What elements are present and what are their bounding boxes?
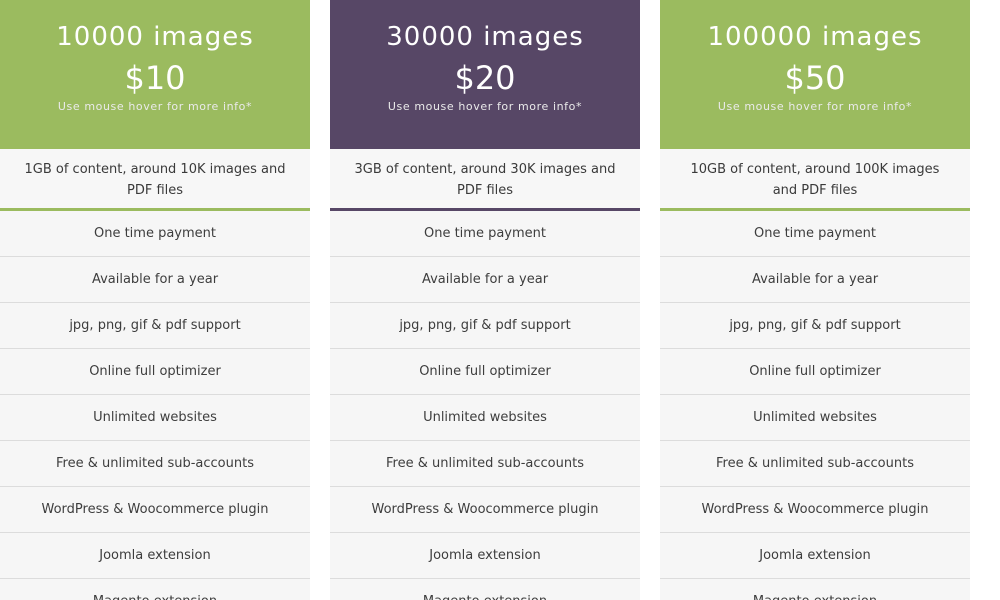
feature-unlimited-websites: Unlimited websites <box>0 395 310 441</box>
feature-unlimited-websites: Unlimited websites <box>330 395 640 441</box>
feature-list: One time payment Available for a year jp… <box>660 211 970 600</box>
plan-description: 1GB of content, around 10K images and PD… <box>0 149 310 211</box>
plan-price: $20 <box>454 59 516 97</box>
feature-list: One time payment Available for a year jp… <box>0 211 310 600</box>
plan-title: 30000 images <box>386 22 584 52</box>
feature-sub-accounts: Free & unlimited sub-accounts <box>0 441 310 487</box>
plan-price: $10 <box>124 59 186 97</box>
feature-magento-extension: Magento extension <box>0 579 310 600</box>
plan-hover-hint: Use mouse hover for more info* <box>387 100 583 113</box>
feature-magento-extension: Magento extension <box>330 579 640 600</box>
plan-title: 10000 images <box>56 22 254 52</box>
feature-wordpress-plugin: WordPress & Woocommerce plugin <box>660 487 970 533</box>
feature-online-optimizer: Online full optimizer <box>330 349 640 395</box>
plan-hover-hint: Use mouse hover for more info* <box>57 100 253 113</box>
plan-header[interactable]: 10000 images $10 Use mouse hover for mor… <box>0 0 310 149</box>
plan-header[interactable]: 100000 images $50 Use mouse hover for mo… <box>660 0 970 149</box>
plan-price: $50 <box>784 59 846 97</box>
plan-hover-hint: Use mouse hover for more info* <box>717 100 913 113</box>
feature-sub-accounts: Free & unlimited sub-accounts <box>660 441 970 487</box>
plan-header[interactable]: 30000 images $20 Use mouse hover for mor… <box>330 0 640 149</box>
feature-format-support: jpg, png, gif & pdf support <box>660 303 970 349</box>
feature-availability: Available for a year <box>0 257 310 303</box>
feature-wordpress-plugin: WordPress & Woocommerce plugin <box>0 487 310 533</box>
feature-one-time-payment: One time payment <box>660 211 970 257</box>
feature-one-time-payment: One time payment <box>330 211 640 257</box>
feature-wordpress-plugin: WordPress & Woocommerce plugin <box>330 487 640 533</box>
feature-joomla-extension: Joomla extension <box>330 533 640 579</box>
feature-availability: Available for a year <box>330 257 640 303</box>
feature-online-optimizer: Online full optimizer <box>0 349 310 395</box>
plan-title: 100000 images <box>707 22 923 52</box>
feature-joomla-extension: Joomla extension <box>0 533 310 579</box>
plan-description: 3GB of content, around 30K images and PD… <box>330 149 640 211</box>
pricing-plan-30000[interactable]: 30000 images $20 Use mouse hover for mor… <box>330 0 640 600</box>
pricing-plans: 10000 images $10 Use mouse hover for mor… <box>0 0 1000 600</box>
feature-joomla-extension: Joomla extension <box>660 533 970 579</box>
feature-sub-accounts: Free & unlimited sub-accounts <box>330 441 640 487</box>
pricing-plan-10000[interactable]: 10000 images $10 Use mouse hover for mor… <box>0 0 310 600</box>
feature-format-support: jpg, png, gif & pdf support <box>0 303 310 349</box>
feature-one-time-payment: One time payment <box>0 211 310 257</box>
feature-magento-extension: Magento extension <box>660 579 970 600</box>
feature-unlimited-websites: Unlimited websites <box>660 395 970 441</box>
feature-format-support: jpg, png, gif & pdf support <box>330 303 640 349</box>
feature-list: One time payment Available for a year jp… <box>330 211 640 600</box>
feature-availability: Available for a year <box>660 257 970 303</box>
pricing-plan-100000[interactable]: 100000 images $50 Use mouse hover for mo… <box>660 0 970 600</box>
feature-online-optimizer: Online full optimizer <box>660 349 970 395</box>
plan-description: 10GB of content, around 100K images and … <box>660 149 970 211</box>
